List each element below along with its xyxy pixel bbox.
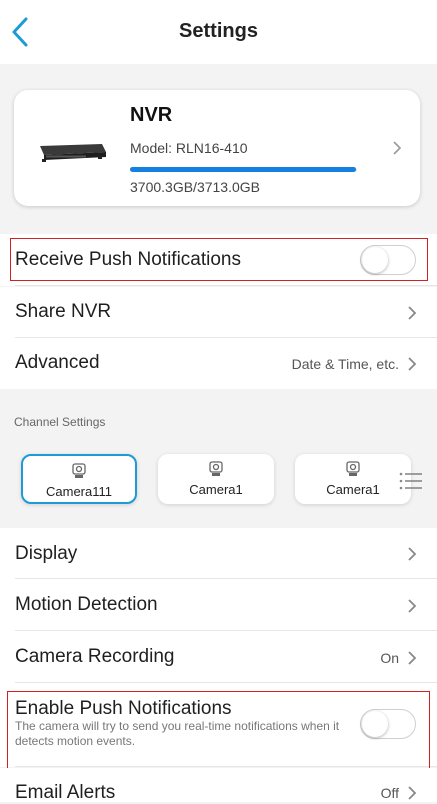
enable-push-label: Enable Push Notifications: [15, 698, 232, 719]
storage-bar: [130, 167, 357, 172]
chevron-right-icon: [408, 357, 417, 371]
nvr-device-image: [40, 144, 106, 162]
camera-card[interactable]: Camera111: [21, 454, 137, 504]
camera-recording-label: Camera Recording: [15, 646, 175, 667]
camera-recording-value: On: [380, 650, 399, 666]
email-alerts-label: Email Alerts: [15, 782, 116, 803]
device-card[interactable]: NVR Model: RLN16-410 3700.3GB/3713.0GB: [14, 90, 420, 206]
camera-icon: [346, 461, 360, 476]
top-bar: Settings: [0, 0, 437, 64]
receive-push-label: Receive Push Notifications: [15, 249, 241, 270]
camera-name: Camera1: [189, 482, 243, 497]
email-alerts-value: Off: [380, 785, 399, 801]
camera-strip: Camera111 Camera1 Camera1: [0, 440, 437, 526]
channel-list-icon[interactable]: [398, 470, 424, 492]
device-model: Model: RLN16-410: [130, 140, 248, 156]
enable-push-toggle[interactable]: [360, 709, 416, 739]
page-title: Settings: [179, 20, 258, 42]
camera-icon: [72, 463, 86, 478]
camera-recording-row[interactable]: Camera Recording On: [0, 631, 437, 683]
device-storage: 3700.3GB/3713.0GB: [130, 179, 260, 195]
email-alerts-row[interactable]: Email Alerts Off: [0, 768, 437, 803]
advanced-value: Date & Time, etc.: [291, 356, 399, 372]
chevron-right-icon: [408, 306, 417, 320]
advanced-label: Advanced: [15, 352, 100, 373]
chevron-right-icon: [408, 786, 417, 800]
toggle-knob: [362, 711, 388, 737]
chevron-right-icon: [408, 599, 417, 613]
receive-push-row: Receive Push Notifications: [0, 234, 437, 286]
share-nvr-label: Share NVR: [15, 301, 112, 322]
storage-bar-fill: [130, 167, 357, 172]
display-row[interactable]: Display: [0, 528, 437, 579]
share-nvr-row[interactable]: Share NVR: [0, 287, 437, 338]
toggle-knob: [362, 247, 388, 273]
enable-push-description: The camera will try to send you real-tim…: [15, 719, 340, 748]
device-name: NVR: [130, 104, 173, 126]
divider: [15, 766, 437, 767]
chevron-right-icon: [408, 547, 417, 561]
motion-detection-label: Motion Detection: [15, 594, 158, 615]
camera-card[interactable]: Camera1: [295, 454, 411, 504]
divider: [15, 285, 437, 286]
camera-card[interactable]: Camera1: [158, 454, 274, 504]
receive-push-toggle[interactable]: [360, 245, 416, 275]
chevron-right-icon: [393, 141, 402, 155]
camera-name: Camera1: [326, 482, 380, 497]
display-label: Display: [15, 543, 78, 564]
camera-icon: [209, 461, 223, 476]
section-label: Channel Settings: [14, 415, 106, 429]
chevron-right-icon: [408, 651, 417, 665]
advanced-row[interactable]: Advanced Date & Time, etc.: [0, 338, 437, 389]
enable-push-row: Enable Push Notifications The camera wil…: [0, 683, 437, 767]
camera-name: Camera111: [46, 484, 112, 499]
motion-detection-row[interactable]: Motion Detection: [0, 579, 437, 631]
